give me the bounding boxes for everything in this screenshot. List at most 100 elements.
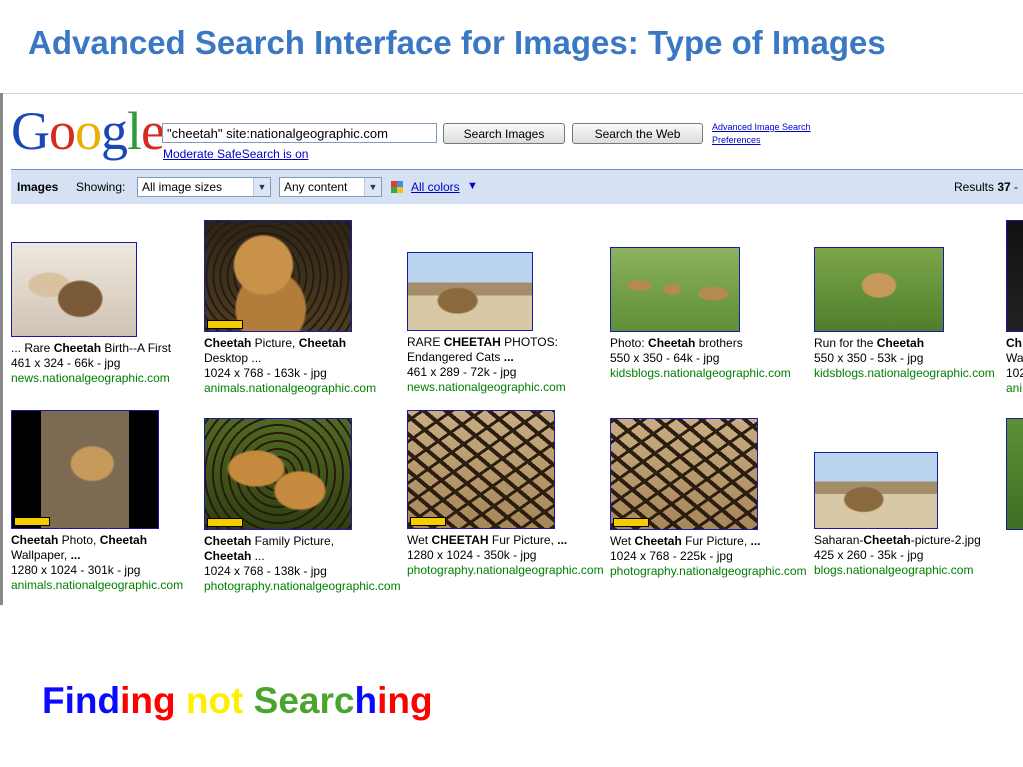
result-title[interactable]: Photo: Cheetah brothers	[610, 336, 810, 351]
result-caption: Cheetah Picture, Cheetah Desktop ... 1024 …	[204, 336, 404, 396]
colors-caret-icon[interactable]: ▼	[467, 180, 478, 192]
logo-letter: g	[101, 101, 128, 161]
results-count: Results 37 -	[954, 180, 1019, 194]
result-site[interactable]: ani	[1006, 381, 1023, 396]
image-size-select[interactable]: All image sizes ▼	[137, 177, 271, 197]
all-colors-link[interactable]: All colors	[411, 180, 460, 194]
logo-letter: o	[75, 101, 102, 161]
result-site[interactable]: kidsblogs.nationalgeographic.com	[610, 366, 810, 381]
result-thumbnail[interactable]	[610, 418, 758, 530]
image-size-value: All image sizes	[142, 180, 223, 194]
logo-letter: o	[49, 101, 76, 161]
content-type-select[interactable]: Any content ▼	[279, 177, 382, 197]
logo-letter: G	[11, 101, 50, 161]
result-title[interactable]: Saharan-Cheetah-picture-2.jpg	[814, 533, 1014, 548]
result-thumbnail[interactable]	[204, 418, 352, 530]
result-thumbnail[interactable]	[1006, 220, 1023, 332]
tagline-part	[176, 680, 186, 721]
result-site[interactable]: animals.nationalgeographic.com	[11, 578, 211, 593]
advanced-image-search-link[interactable]: Advanced Image Search	[712, 122, 811, 132]
result-title[interactable]: Ch	[1006, 336, 1023, 351]
search-images-button[interactable]: Search Images	[443, 123, 565, 144]
colors-icon	[391, 181, 403, 193]
result-thumbnail[interactable]	[407, 410, 555, 529]
natgeo-logo-icon	[410, 517, 446, 526]
tagline-part: Find	[42, 680, 121, 721]
result-meta: 102	[1006, 366, 1023, 380]
content-type-value: Any content	[284, 180, 348, 194]
showing-label: Showing:	[76, 180, 126, 194]
result-meta: 1024 x 768 - 225k - jpg	[610, 549, 733, 563]
logo-letter: e	[141, 101, 165, 161]
result-meta: 461 x 289 - 72k - jpg	[407, 365, 517, 379]
google-logo[interactable]: Google	[11, 101, 165, 161]
slide-title: Advanced Search Interface for Images: Ty…	[28, 24, 886, 61]
result-title[interactable]: Wet CHEETAH Fur Picture, ...	[407, 533, 607, 548]
result-caption: Cheetah Family Picture, Cheetah ... 1024 x…	[204, 534, 404, 594]
tagline-part: ing	[120, 680, 176, 721]
result-site[interactable]: animals.nationalgeographic.com	[204, 381, 404, 396]
safesearch-link[interactable]: Moderate SafeSearch is on	[163, 147, 308, 161]
result-title-line2[interactable]: Endangered Cats ...	[407, 350, 607, 365]
logo-letter: l	[127, 101, 142, 161]
result-title-line2[interactable]: Cheetah ...	[204, 549, 404, 564]
result-thumbnail[interactable]	[1006, 418, 1023, 530]
result-caption: ... Rare Cheetah Birth--A First 461 x 324…	[11, 341, 211, 386]
result-meta: 461 x 324 - 66k - jpg	[11, 356, 121, 370]
tagline-part	[243, 680, 253, 721]
result-site[interactable]: photography.nationalgeographic.com	[204, 579, 404, 594]
tagline-part: Searc	[253, 680, 355, 721]
preferences-link[interactable]: Preferences	[712, 135, 761, 145]
search-web-button[interactable]: Search the Web	[572, 123, 703, 144]
natgeo-logo-icon	[613, 518, 649, 527]
result-title[interactable]: Cheetah Photo, Cheetah	[11, 533, 211, 548]
result-site[interactable]: kidsblogs.nationalgeographic.com	[814, 366, 1014, 381]
result-title[interactable]: Cheetah Picture, Cheetah	[204, 336, 404, 351]
google-image-search-screenshot: Google Search Images Search the Web Adva…	[0, 93, 1023, 605]
natgeo-logo-icon	[207, 518, 243, 527]
result-thumbnail[interactable]	[11, 410, 159, 529]
result-caption: Run for the Cheetah 550 x 350 - 53k - jpg…	[814, 336, 1014, 381]
natgeo-logo-icon	[207, 320, 243, 329]
result-meta: 1024 x 768 - 163k - jpg	[204, 366, 327, 380]
result-title[interactable]: Wet Cheetah Fur Picture, ...	[610, 534, 810, 549]
result-site[interactable]: photography.nationalgeographic.com	[610, 564, 810, 579]
result-thumbnail[interactable]	[11, 242, 137, 337]
result-title[interactable]: RARE CHEETAH PHOTOS:	[407, 335, 607, 350]
chevron-down-icon: ▼	[253, 178, 270, 196]
result-caption: Wet Cheetah Fur Picture, ... 1024 x 768 -…	[610, 534, 810, 579]
result-thumbnail[interactable]	[610, 247, 740, 332]
result-caption: RARE CHEETAH PHOTOS: Endangered Cats ... 4…	[407, 335, 607, 395]
result-thumbnail[interactable]	[814, 452, 938, 529]
result-site[interactable]: blogs.nationalgeographic.com	[814, 563, 1014, 578]
result-site[interactable]: news.nationalgeographic.com	[407, 380, 607, 395]
result-meta: 1024 x 768 - 138k - jpg	[204, 564, 327, 578]
result-site[interactable]: photography.nationalgeographic.com	[407, 563, 607, 578]
result-title[interactable]: Run for the Cheetah	[814, 336, 1014, 351]
result-thumbnail[interactable]	[407, 252, 533, 331]
result-title[interactable]: ... Rare Cheetah Birth--A First	[11, 341, 211, 356]
natgeo-logo-icon	[14, 517, 50, 526]
tagline-part: h	[354, 680, 378, 721]
result-caption: Cheetah Photo, Cheetah Wallpaper, ... 1280…	[11, 533, 211, 593]
result-caption: Saharan-Cheetah-picture-2.jpg 425 x 260 -…	[814, 533, 1014, 578]
search-input[interactable]	[162, 123, 437, 143]
tagline-part: not	[185, 680, 244, 721]
result-thumbnail[interactable]	[814, 247, 944, 332]
slide-tagline: Finding not Searching	[42, 680, 433, 722]
result-title-line2[interactable]: Wallpaper, ...	[11, 548, 211, 563]
tagline-part: ing	[377, 680, 433, 721]
result-title-line2: Wa	[1006, 351, 1023, 365]
screenshot-top-border	[0, 93, 1023, 94]
result-caption: Ch Wa 102 ani	[1006, 336, 1023, 396]
result-title[interactable]: Cheetah Family Picture,	[204, 534, 404, 549]
result-title-line2[interactable]: Desktop ...	[204, 351, 404, 366]
result-meta: 425 x 260 - 35k - jpg	[814, 548, 924, 562]
result-meta: 1280 x 1024 - 301k - jpg	[11, 563, 141, 577]
result-caption: Photo: Cheetah brothers 550 x 350 - 64k -…	[610, 336, 810, 381]
screenshot-left-border	[0, 93, 3, 605]
result-site[interactable]: news.nationalgeographic.com	[11, 371, 211, 386]
result-caption: Wet CHEETAH Fur Picture, ... 1280 x 1024 …	[407, 533, 607, 578]
result-thumbnail[interactable]	[204, 220, 352, 332]
result-meta: 550 x 350 - 53k - jpg	[814, 351, 924, 365]
